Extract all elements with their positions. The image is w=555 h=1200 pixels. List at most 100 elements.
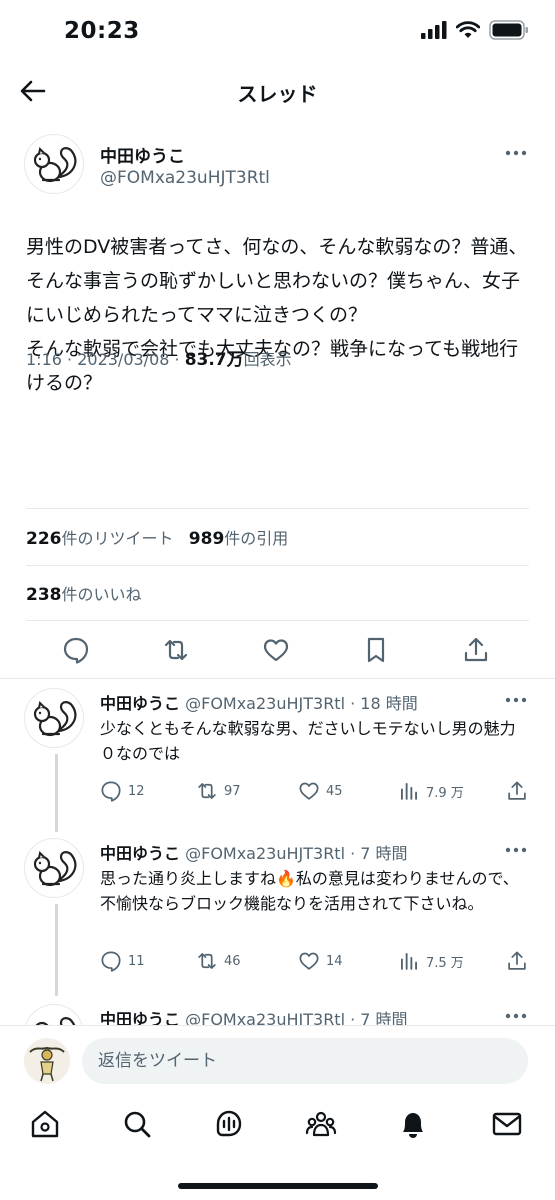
reply-action-bar: 12 97 45 7.9 万 xyxy=(100,780,530,804)
share-button[interactable] xyxy=(506,780,528,802)
reply-button[interactable]: 11 xyxy=(100,950,145,972)
squirrel-avatar-icon xyxy=(33,146,77,183)
reply-header: 中田ゆうこ @FOMxa23uHJT3Rtl · 7 時間 xyxy=(100,840,408,864)
tab-communities[interactable] xyxy=(304,1107,338,1141)
engagement-stats: 226件のリツイート 989件の引用 xyxy=(26,525,288,549)
status-bar: 20:23 xyxy=(0,0,555,62)
more-horizontal-icon xyxy=(505,697,527,703)
communities-icon xyxy=(305,1111,337,1137)
cellular-signal-icon xyxy=(421,21,447,39)
quotes-stat[interactable]: 989件の引用 xyxy=(189,529,289,549)
reply-header: 中田ゆうこ @FOMxa23uHJT3Rtl · 7 時間 xyxy=(100,1006,408,1025)
reply-button[interactable]: 12 xyxy=(100,780,145,802)
speech-bubble-icon xyxy=(101,781,121,802)
handle-time: @FOMxa23uHJT3Rtl · 7 時間 xyxy=(185,844,408,863)
tab-notifications[interactable] xyxy=(396,1107,430,1141)
display-name[interactable]: 中田ゆうこ xyxy=(100,844,180,863)
tweet-text: 男性のDV被害者ってさ、何なの、そんな軟弱なの？普通、そんな事言うの恥ずかしいと… xyxy=(26,236,528,394)
divider xyxy=(26,620,529,621)
views-count: 83.7万 xyxy=(184,350,244,370)
avatar[interactable] xyxy=(24,688,84,748)
more-horizontal-icon xyxy=(505,847,527,853)
status-time: 20:23 xyxy=(64,18,140,44)
battery-icon xyxy=(489,20,528,40)
heart-icon xyxy=(299,782,319,800)
bookmark-button[interactable] xyxy=(362,636,390,664)
tab-search[interactable] xyxy=(120,1107,154,1141)
display-name[interactable]: 中田ゆうこ xyxy=(100,694,180,713)
notifications-bell-icon xyxy=(403,1113,423,1138)
like-count: 45 xyxy=(326,783,343,799)
reply-tweet[interactable]: 中田ゆうこ @FOMxa23uHJT3Rtl · 7 時間 xyxy=(0,996,555,1025)
display-name[interactable]: 中田ゆうこ xyxy=(100,1010,180,1025)
tab-home[interactable] xyxy=(28,1107,62,1141)
reply-tweet[interactable]: 中田ゆうこ @FOMxa23uHJT3Rtl · 7 時間 思った通り炎上します… xyxy=(0,830,555,980)
reply-composer xyxy=(0,1025,555,1095)
views-count: 7.9 万 xyxy=(426,785,464,801)
divider xyxy=(26,508,529,509)
heart-icon xyxy=(263,639,289,662)
tweet-date[interactable]: 2023/03/08 xyxy=(77,350,169,369)
retweet-button[interactable]: 97 xyxy=(196,780,241,802)
retweets-stat[interactable]: 226件のリツイート xyxy=(26,529,174,549)
speech-bubble-icon xyxy=(101,951,121,972)
squirrel-avatar-icon xyxy=(33,850,77,887)
share-button[interactable] xyxy=(462,636,490,664)
retweet-icon xyxy=(198,783,216,799)
top-nav: スレッド xyxy=(0,62,555,120)
divider xyxy=(0,678,555,679)
avatar[interactable] xyxy=(24,1004,84,1025)
more-horizontal-icon xyxy=(505,150,527,156)
tab-messages[interactable] xyxy=(490,1107,524,1141)
retweet-button[interactable] xyxy=(162,636,190,664)
status-icons xyxy=(421,20,529,40)
divider xyxy=(26,565,529,566)
handle-time: @FOMxa23uHJT3Rtl · 7 時間 xyxy=(185,1010,408,1025)
reply-count: 12 xyxy=(128,783,145,799)
heart-icon xyxy=(299,952,319,970)
like-button[interactable]: 45 xyxy=(298,780,343,802)
more-options-button[interactable] xyxy=(504,1008,528,1022)
reply-tweet[interactable]: 中田ゆうこ @FOMxa23uHJT3Rtl · 18 時間 少なくともそんな軟… xyxy=(0,680,555,830)
views-button[interactable]: 7.5 万 xyxy=(398,950,464,972)
more-options-button[interactable] xyxy=(504,145,528,159)
home-icon xyxy=(31,1110,59,1138)
display-name[interactable]: 中田ゆうこ xyxy=(100,142,185,167)
more-options-button[interactable] xyxy=(504,842,528,856)
views-count: 7.5 万 xyxy=(426,955,464,971)
tab-spaces[interactable] xyxy=(212,1107,246,1141)
reply-count: 11 xyxy=(128,953,145,969)
messages-envelope-icon xyxy=(492,1112,522,1136)
reply-text: 思った通り炎上しますね🔥私の意見は変わりませんので、不愉快ならブロック機能なりを… xyxy=(100,869,519,913)
search-icon xyxy=(124,1111,151,1138)
avatar[interactable] xyxy=(24,134,84,194)
retweet-button[interactable]: 46 xyxy=(196,950,241,972)
page-title: スレッド xyxy=(237,82,318,106)
avatar[interactable] xyxy=(24,838,84,898)
bookmark-icon xyxy=(367,637,385,663)
retweet-count: 97 xyxy=(224,783,241,799)
share-button[interactable] xyxy=(506,950,528,972)
user-avatar-icon xyxy=(29,1046,65,1082)
retweet-icon xyxy=(164,639,188,661)
share-icon xyxy=(508,951,526,970)
squirrel-avatar-icon xyxy=(33,700,77,737)
reply-input[interactable] xyxy=(82,1038,528,1084)
like-button[interactable] xyxy=(262,636,290,664)
handle-time: @FOMxa23uHJT3Rtl · 18 時間 xyxy=(185,694,418,713)
home-indicator xyxy=(178,1183,378,1189)
share-icon xyxy=(464,637,488,662)
my-avatar[interactable] xyxy=(24,1038,70,1084)
user-handle[interactable]: @FOMxa23uHJT3Rtl xyxy=(100,168,270,188)
more-horizontal-icon xyxy=(505,1013,527,1019)
tweet-action-bar xyxy=(0,628,555,672)
like-button[interactable]: 14 xyxy=(298,950,343,972)
more-options-button[interactable] xyxy=(504,692,528,706)
reply-header: 中田ゆうこ @FOMxa23uHJT3Rtl · 18 時間 xyxy=(100,690,418,714)
squirrel-avatar-icon xyxy=(35,1017,76,1025)
views-button[interactable]: 7.9 万 xyxy=(398,780,464,802)
reply-button[interactable] xyxy=(62,636,90,664)
spaces-icon xyxy=(216,1110,242,1137)
likes-stat[interactable]: 238件のいいね xyxy=(26,581,142,605)
wifi-icon xyxy=(456,21,480,38)
